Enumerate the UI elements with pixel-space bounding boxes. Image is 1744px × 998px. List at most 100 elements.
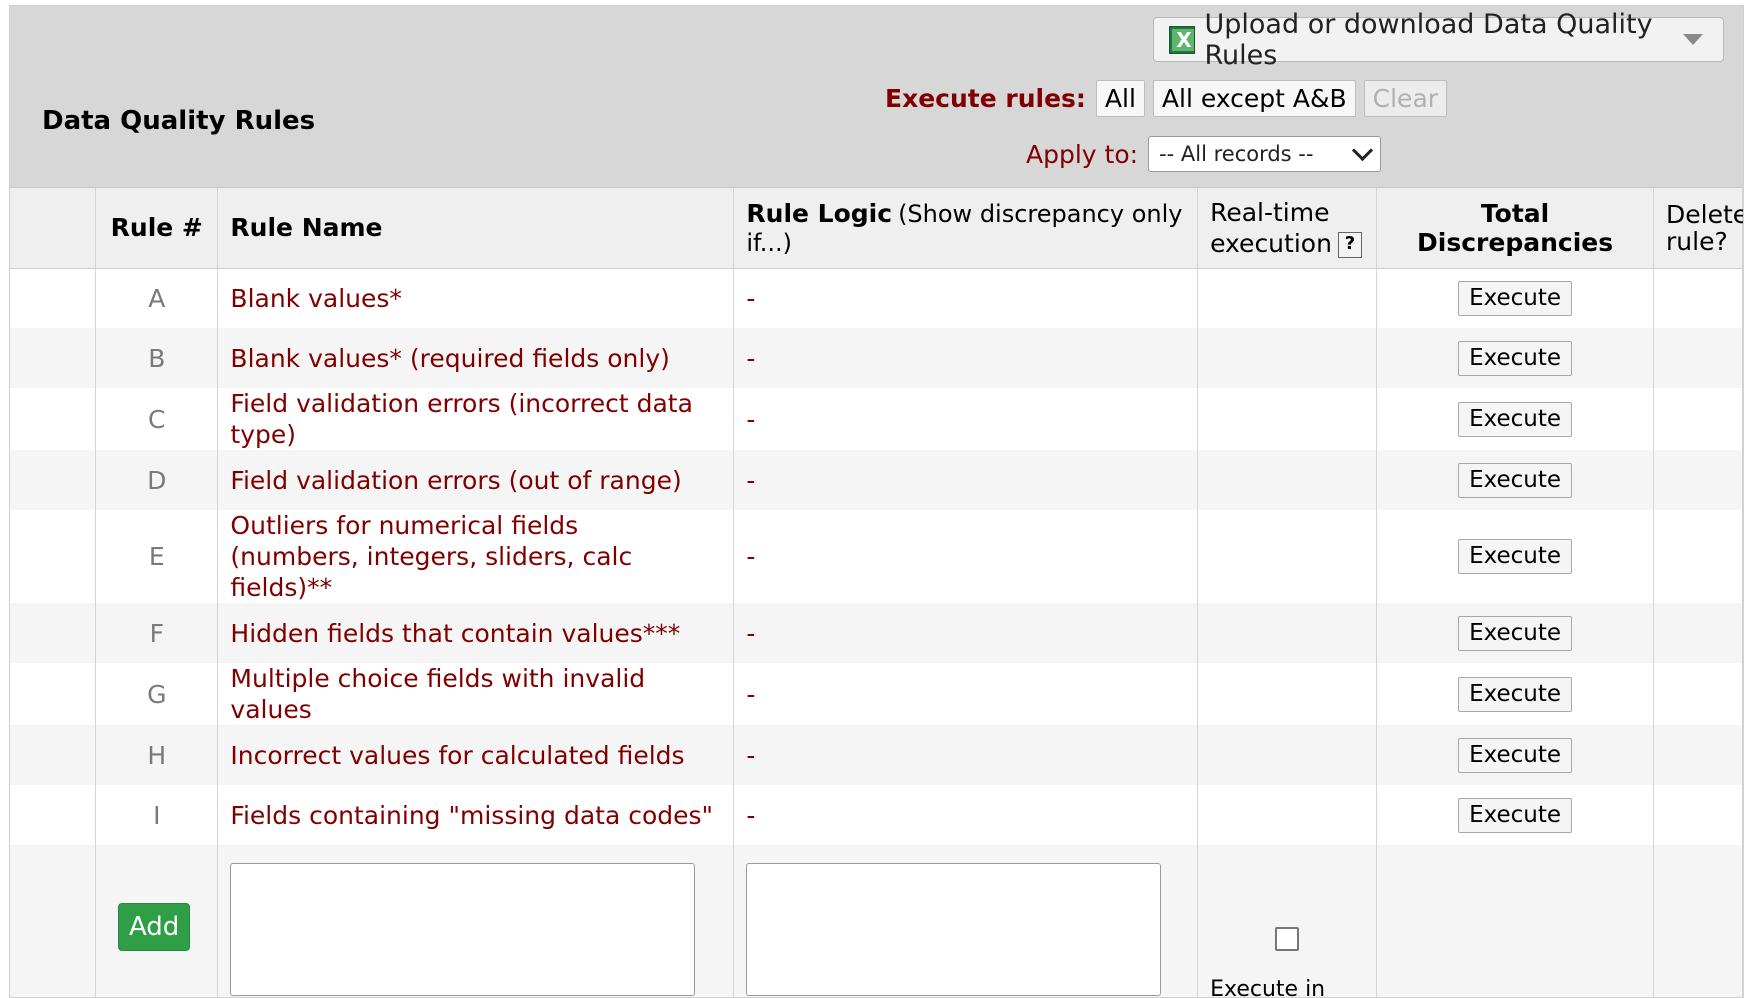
realtime-cell bbox=[1197, 328, 1378, 388]
realtime-execution-checkbox[interactable] bbox=[1275, 927, 1300, 951]
rule-letter: D bbox=[95, 450, 219, 510]
rules-table: Rule # Rule Name Rule Logic (Show discrep… bbox=[10, 188, 1744, 998]
rule-q-label: rule? bbox=[1666, 226, 1728, 256]
rule-logic-header: Rule Logic (Show discrepancy only if...) bbox=[733, 188, 1199, 269]
rule-letter: E bbox=[95, 510, 219, 603]
row-spacer bbox=[10, 603, 97, 663]
row-spacer bbox=[10, 845, 97, 997]
execute-button[interactable]: Execute bbox=[1458, 280, 1573, 316]
execute-rules-bar: Execute rules: All All except A&B Clear bbox=[885, 79, 1455, 117]
table-row: C Field validation errors (incorrect dat… bbox=[10, 388, 1743, 450]
table-row: G Multiple choice fields with invalid va… bbox=[10, 663, 1743, 725]
discrepancy-cell: Execute bbox=[1376, 450, 1654, 510]
delete-label: Delete bbox=[1666, 199, 1744, 229]
rule-letter: B bbox=[95, 328, 219, 388]
rule-letter: H bbox=[95, 725, 219, 785]
delete-cell bbox=[1653, 328, 1743, 388]
rule-letter: G bbox=[95, 663, 219, 725]
delete-cell bbox=[1653, 603, 1743, 663]
discrepancy-cell bbox=[1376, 845, 1654, 997]
rule-logic-title: Rule Logic bbox=[746, 198, 893, 228]
delete-cell bbox=[1653, 785, 1743, 845]
discrepancy-cell: Execute bbox=[1376, 388, 1654, 450]
rule-letter: I bbox=[95, 785, 219, 845]
table-row: A Blank values* - Execute bbox=[10, 268, 1743, 328]
new-rule-name-input[interactable] bbox=[230, 863, 696, 996]
add-rule-row: Add Execute in bbox=[10, 845, 1743, 998]
table-row: I Fields containing "missing data codes"… bbox=[10, 785, 1743, 845]
row-spacer bbox=[10, 328, 97, 388]
rule-name: Field validation errors (out of range) bbox=[217, 450, 735, 510]
execute-button[interactable]: Execute bbox=[1458, 615, 1573, 651]
realtime-cell bbox=[1197, 268, 1378, 328]
delete-rule-header: Delete rule? bbox=[1653, 188, 1744, 269]
discrepancy-cell: Execute bbox=[1376, 510, 1654, 603]
select-chevron-icon bbox=[1351, 139, 1374, 161]
rule-logic: - bbox=[733, 785, 1199, 845]
realtime-cell bbox=[1197, 663, 1378, 725]
rule-number-header: Rule # bbox=[95, 188, 219, 269]
rule-name: Multiple choice fields with invalid valu… bbox=[217, 663, 735, 725]
realtime-cell bbox=[1197, 725, 1378, 785]
table-header-row: Rule # Rule Name Rule Logic (Show discrep… bbox=[10, 188, 1744, 269]
total-discrepancies-header: Total Discrepancies bbox=[1376, 188, 1654, 269]
rule-letter: C bbox=[95, 388, 219, 450]
realtime-cell bbox=[1197, 388, 1378, 450]
help-icon[interactable]: ? bbox=[1337, 231, 1362, 258]
delete-cell bbox=[1653, 663, 1743, 725]
discrepancy-cell: Execute bbox=[1376, 603, 1654, 663]
apply-to-select[interactable]: -- All records -- bbox=[1148, 136, 1382, 172]
row-spacer bbox=[10, 510, 97, 603]
rule-logic: - bbox=[733, 388, 1199, 450]
execute-button[interactable]: Execute bbox=[1458, 539, 1573, 574]
rule-name: Hidden fields that contain values*** bbox=[217, 603, 735, 663]
discrepancy-cell: Execute bbox=[1376, 663, 1654, 725]
upload-download-label: Upload or download Data Quality Rules bbox=[1204, 8, 1653, 71]
data-quality-rules-panel: Data Quality Rules Upload or download Da… bbox=[9, 5, 1744, 998]
execute-button[interactable]: Execute bbox=[1458, 797, 1573, 833]
rule-name: Blank values* (required fields only) bbox=[217, 328, 735, 388]
rule-name: Blank values* bbox=[217, 268, 735, 328]
row-spacer bbox=[10, 450, 97, 510]
delete-cell bbox=[1653, 845, 1743, 997]
add-cell: Add bbox=[95, 845, 219, 997]
apply-to-label: Apply to: bbox=[1026, 139, 1139, 169]
execution-label: execution bbox=[1210, 228, 1332, 258]
execute-button[interactable]: Execute bbox=[1458, 462, 1573, 498]
realtime-cell bbox=[1197, 785, 1378, 845]
rule-logic: - bbox=[733, 268, 1199, 328]
execute-all-except-ab-button[interactable]: All except A&B bbox=[1152, 79, 1356, 117]
new-rule-logic-cell bbox=[733, 845, 1199, 997]
rule-name-header: Rule Name bbox=[217, 188, 735, 269]
execute-in-label: Execute in bbox=[1210, 977, 1326, 998]
rule-logic: - bbox=[733, 603, 1199, 663]
realtime-execution-header: Real-time execution? bbox=[1197, 188, 1378, 269]
blank-header bbox=[10, 188, 97, 269]
table-row: D Field validation errors (out of range)… bbox=[10, 450, 1743, 510]
delete-cell bbox=[1653, 450, 1743, 510]
execute-all-button[interactable]: All bbox=[1095, 79, 1145, 117]
row-spacer bbox=[10, 663, 97, 725]
execute-button[interactable]: Execute bbox=[1458, 737, 1573, 773]
excel-icon bbox=[1169, 25, 1195, 54]
row-spacer bbox=[10, 388, 97, 450]
rule-logic: - bbox=[733, 725, 1199, 785]
upload-download-rules-button[interactable]: Upload or download Data Quality Rules bbox=[1153, 9, 1724, 71]
discrepancy-cell: Execute bbox=[1376, 785, 1654, 845]
delete-cell bbox=[1653, 510, 1743, 603]
realtime-cell bbox=[1197, 450, 1378, 510]
rule-name: Field validation errors (incorrect data … bbox=[217, 388, 735, 450]
realtime-label: Real-time bbox=[1210, 197, 1330, 227]
new-rule-name-cell bbox=[217, 845, 735, 997]
clear-button[interactable]: Clear bbox=[1363, 79, 1448, 117]
panel-title: Data Quality Rules bbox=[42, 106, 316, 136]
row-spacer bbox=[10, 725, 97, 785]
execute-button[interactable]: Execute bbox=[1458, 676, 1573, 712]
apply-to-selected-value: -- All records -- bbox=[1159, 142, 1314, 166]
add-rule-button[interactable]: Add bbox=[118, 903, 191, 951]
execute-button[interactable]: Execute bbox=[1458, 340, 1573, 376]
new-rule-logic-input[interactable] bbox=[746, 863, 1162, 996]
execute-button[interactable]: Execute bbox=[1458, 401, 1573, 437]
rule-logic: - bbox=[733, 328, 1199, 388]
table-row: F Hidden fields that contain values*** -… bbox=[10, 603, 1743, 663]
